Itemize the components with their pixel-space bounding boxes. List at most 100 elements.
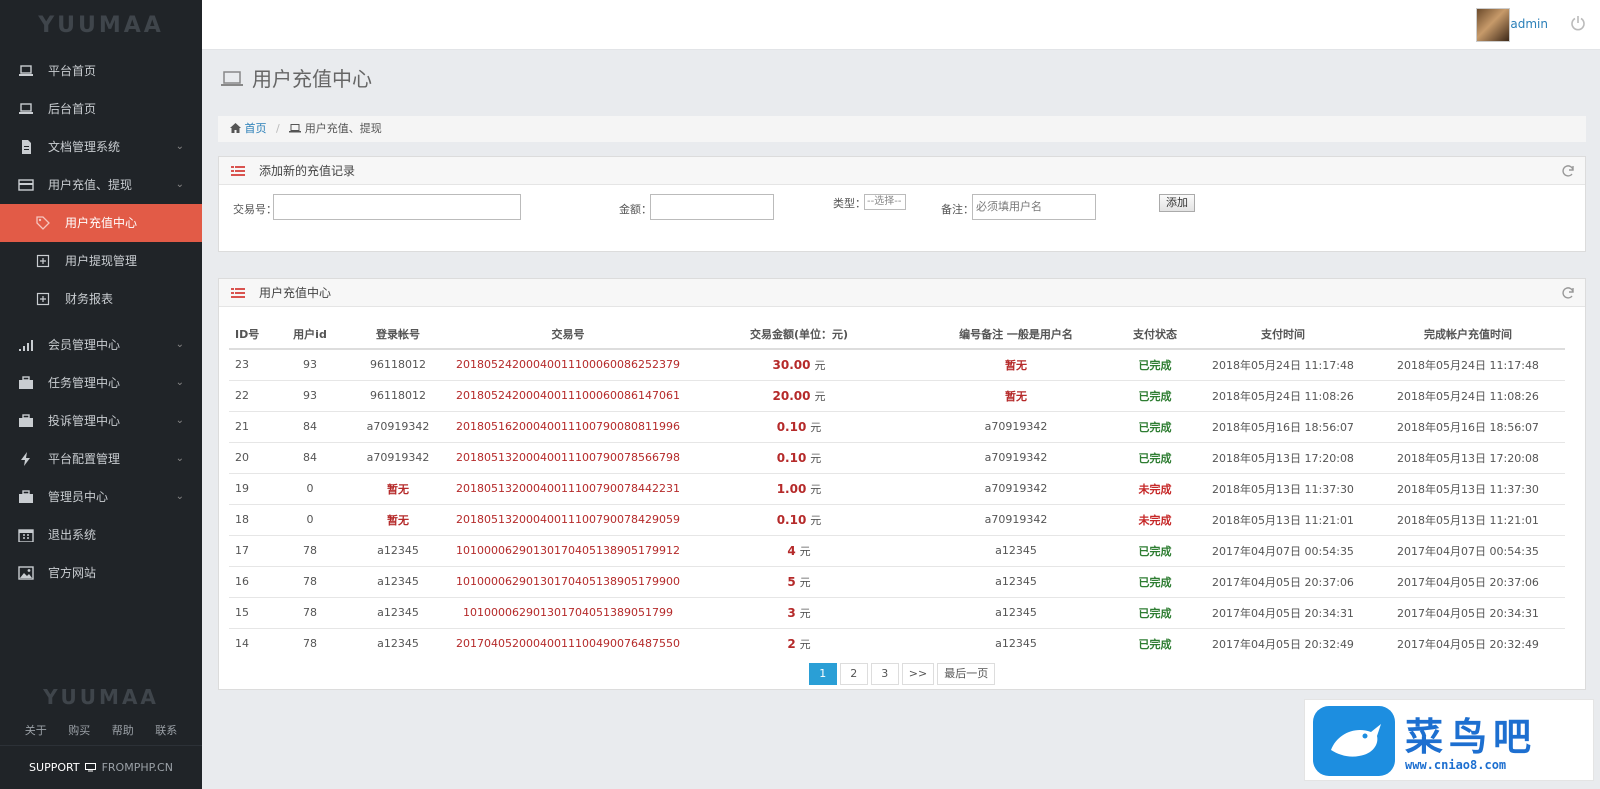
amount-value: 5 xyxy=(787,574,796,589)
type-select[interactable]: --选择-- xyxy=(864,194,906,210)
breadcrumb: 首页 / 用户充值、提现 xyxy=(218,116,1586,142)
sidebar-logo[interactable]: YUUMAA xyxy=(0,0,202,52)
cell-amount: 4元 xyxy=(681,534,917,566)
type-label: 类型： xyxy=(833,197,866,210)
sidebar-item-label: 退出系统 xyxy=(48,528,97,542)
cell-complete-time: 2018年05月24日 11:08:26 xyxy=(1371,379,1565,411)
recharge-records-panel: 用户充值中心 ID号 用户id 登录帐号 交易号 交易金额(单位：元) 编号备注… xyxy=(218,278,1586,690)
sidebar-item-complaints[interactable]: 投诉管理中心 ⌄ xyxy=(0,402,202,440)
sidebar-item-documents[interactable]: 文档管理系统 ⌄ xyxy=(0,128,202,166)
txn-input[interactable] xyxy=(273,194,521,220)
panel-title: 用户充值中心 xyxy=(259,286,332,300)
main-content: 用户充值中心 首页 / 用户充值、提现 添加新的充值记录 交易号： 金额： 类型… xyxy=(202,50,1600,789)
column-header[interactable]: 用户id xyxy=(279,319,341,350)
sidebar-item-admin-center[interactable]: 管理员中心 ⌄ xyxy=(0,478,202,516)
avatar[interactable] xyxy=(1476,8,1510,42)
page-button-2[interactable]: 2 xyxy=(839,663,868,685)
briefcase-icon xyxy=(19,376,33,389)
sidebar: YUUMAA 平台首页 后台首页 文档管理系统 ⌄ 用户充值、提现 ⌄ 用户充值… xyxy=(0,0,202,789)
username[interactable]: admin xyxy=(1510,17,1548,31)
cell-amount: 5元 xyxy=(681,565,917,597)
power-icon[interactable] xyxy=(1570,15,1586,31)
cell-amount: 30.00 元 xyxy=(681,348,917,380)
chevron-down-icon: ⌄ xyxy=(175,377,184,388)
cell-user-id: 93 xyxy=(279,348,341,380)
cell-amount: 0.10 元 xyxy=(681,503,917,535)
cell-id: 17 xyxy=(229,534,279,566)
cell-transaction-id: 2017040520004001110049007648755​0 xyxy=(455,627,681,659)
sidebar-item-official-site[interactable]: 官方网站 xyxy=(0,554,202,592)
sidebar-item-recharge-withdraw[interactable]: 用户充值、提现 ⌄ xyxy=(0,166,202,204)
column-header[interactable]: 编号备注 一般是用户名 xyxy=(917,319,1115,350)
sidebar-subitem-recharge-center[interactable]: 用户充值中心 xyxy=(0,204,202,242)
watermark-url: www.cniao8.com xyxy=(1405,758,1507,772)
column-header[interactable]: 交易号 xyxy=(455,319,681,350)
column-header[interactable]: 完成帐户充值时间 xyxy=(1371,319,1565,350)
cell-complete-time: 2018年05月13日 11:37:30 xyxy=(1371,472,1565,504)
monitor-icon xyxy=(85,763,97,772)
cell-transaction-id: 2018051320004001110079007842905​9 xyxy=(455,503,681,535)
footer-link-contact[interactable]: 联系 xyxy=(155,717,177,745)
sidebar-item-members[interactable]: 会员管理中心 ⌄ xyxy=(0,326,202,364)
page-button-1[interactable]: 1 xyxy=(808,663,837,685)
footer-link-about[interactable]: 关于 xyxy=(25,717,47,745)
cell-transaction-id: 10100006290130170405138905179​9 xyxy=(455,596,681,628)
panel-header: 添加新的充值记录 xyxy=(219,157,1585,185)
support-site[interactable]: FROMPHP.CN xyxy=(102,761,173,774)
cell-transaction-id: 201805242000400111000600862523​79 xyxy=(455,348,681,380)
page-button-3[interactable]: 3 xyxy=(870,663,899,685)
column-header[interactable]: ID号 xyxy=(229,319,279,350)
amount-value: 2 xyxy=(787,636,796,651)
note-label: 备注： xyxy=(941,203,974,216)
cell-account: a12345 xyxy=(341,534,455,566)
cell-status: 已完成 xyxy=(1115,348,1195,380)
cell-status: 未完成 xyxy=(1115,472,1195,504)
support-line: SUPPORT FROMPHP.CN xyxy=(0,745,202,789)
cell-account: a12345 xyxy=(341,627,455,659)
cell-pay-time: 2018年05月13日 11:21:01 xyxy=(1195,503,1371,535)
cell-user-id: 93 xyxy=(279,379,341,411)
footer-link-buy[interactable]: 购买 xyxy=(68,717,90,745)
sidebar-item-logout[interactable]: 退出系统 xyxy=(0,516,202,554)
breadcrumb-home[interactable]: 首页 xyxy=(245,122,267,135)
column-header[interactable]: 交易金额(单位：元) xyxy=(681,319,917,350)
amount-value: 30.00 xyxy=(772,357,811,372)
refresh-icon[interactable] xyxy=(1561,164,1575,178)
page-last-button[interactable]: 最后一页 xyxy=(937,663,996,685)
document-icon xyxy=(22,140,31,154)
cell-id: 14 xyxy=(229,627,279,659)
cell-status: 已完成 xyxy=(1115,441,1195,473)
column-header[interactable]: 支付时间 xyxy=(1195,319,1371,350)
refresh-icon[interactable] xyxy=(1561,286,1575,300)
list-icon xyxy=(231,166,245,176)
sidebar-item-tasks[interactable]: 任务管理中心 ⌄ xyxy=(0,364,202,402)
column-header[interactable]: 支付状态 xyxy=(1115,319,1195,350)
cell-id: 20 xyxy=(229,441,279,473)
chevron-down-icon: ⌄ xyxy=(175,453,184,464)
cell-account: a70919342 xyxy=(341,441,455,473)
sidebar-item-admin-home[interactable]: 后台首页 xyxy=(0,90,202,128)
watermark: 菜鸟吧 www.cniao8.com xyxy=(1304,699,1594,781)
note-input[interactable]: 必须填用户名 xyxy=(972,194,1096,220)
cell-account: 暂无 xyxy=(341,503,455,535)
cell-account: a12345 xyxy=(341,596,455,628)
add-form: 交易号： 金额： 类型： --选择-- 备注： 必须填用户名 添加 xyxy=(219,185,1585,237)
sidebar-subitem-withdraw-management[interactable]: 用户提现管理 xyxy=(0,242,202,280)
column-header[interactable]: 登录帐号 xyxy=(341,319,455,350)
amount-label: 金额： xyxy=(619,203,652,216)
cell-note: a12345 xyxy=(917,565,1115,597)
sidebar-subitem-financial-report[interactable]: 财务报表 xyxy=(0,280,202,318)
sidebar-item-platform-home[interactable]: 平台首页 xyxy=(0,52,202,90)
add-button[interactable]: 添加 xyxy=(1159,194,1195,212)
amount-input[interactable] xyxy=(650,194,774,220)
pagination: 1 2 3 >> 最后一页 xyxy=(219,663,1585,685)
page-next-button[interactable]: >> xyxy=(901,663,935,685)
amount-value: 0.10 xyxy=(776,512,807,527)
bird-icon xyxy=(1331,724,1381,757)
cell-status: 已完成 xyxy=(1115,627,1195,659)
cell-status: 已完成 xyxy=(1115,410,1195,442)
sidebar-item-platform-config[interactable]: 平台配置管理 ⌄ xyxy=(0,440,202,478)
chevron-down-icon: ⌄ xyxy=(175,339,184,350)
footer-link-help[interactable]: 帮助 xyxy=(112,717,134,745)
sidebar-item-label: 后台首页 xyxy=(48,102,97,116)
